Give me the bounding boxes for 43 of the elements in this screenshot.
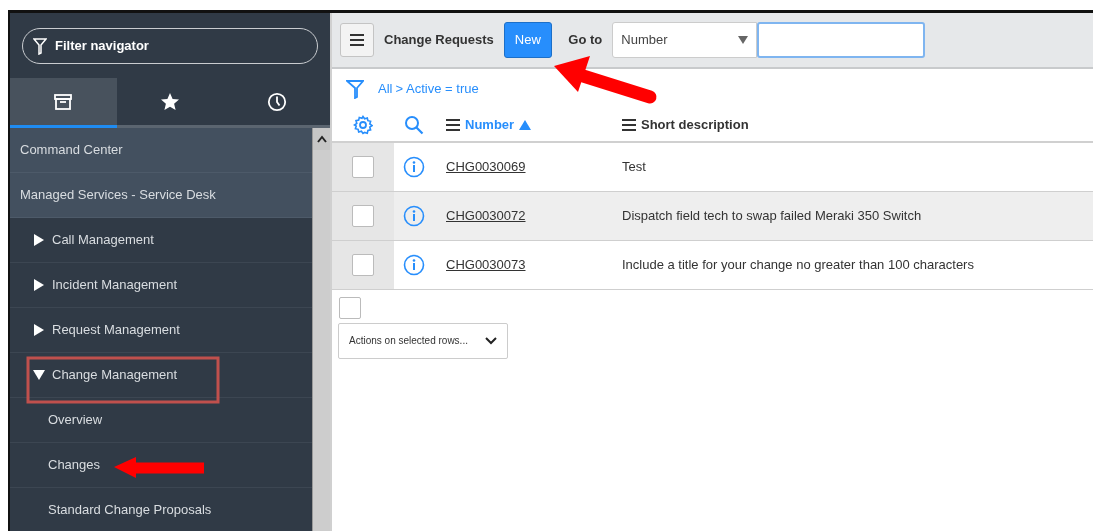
- select-all-checkbox[interactable]: [338, 296, 361, 319]
- archive-icon: [53, 91, 74, 112]
- record-link[interactable]: CHG0030073: [446, 257, 526, 273]
- record-link[interactable]: CHG0030072: [446, 208, 526, 224]
- menu-button[interactable]: [340, 23, 374, 57]
- caret-down-icon: [738, 36, 749, 44]
- scrollbar[interactable]: [312, 128, 330, 531]
- table-row[interactable]: CHG0030073 Include a title for your change no greater than 100 characters: [332, 241, 1093, 290]
- search-field[interactable]: [757, 22, 926, 58]
- checkbox[interactable]: [352, 205, 374, 227]
- filter-input[interactable]: Filter navigator: [53, 34, 307, 57]
- table-cell-text: Include a title for your change no greater than 100 characters: [622, 256, 974, 275]
- menu-icon: [446, 119, 460, 131]
- table-cell-text: Test: [622, 158, 646, 177]
- list-title: Change Requests: [384, 31, 494, 50]
- search-icon: [404, 115, 424, 135]
- info-icon: [403, 205, 425, 227]
- menu-icon: [622, 119, 636, 131]
- checkbox[interactable]: [352, 254, 374, 276]
- info-button[interactable]: [403, 205, 425, 227]
- chevron-down-icon: [485, 336, 497, 345]
- filter-icon: [346, 79, 364, 99]
- clock-icon: [266, 91, 287, 112]
- nav-tab[interactable]: [10, 78, 117, 128]
- goto-dropdown[interactable]: Number: [612, 22, 758, 58]
- record-link[interactable]: CHG0030069: [446, 159, 526, 175]
- column-header[interactable]: Short description: [622, 115, 749, 135]
- table-row[interactable]: CHG0030072 Dispatch field tech to swap failed Meraki 350 Switch: [332, 192, 1093, 241]
- info-button[interactable]: [403, 254, 425, 276]
- nav-item[interactable]: Managed Services - Service Desk: [10, 173, 312, 218]
- nav-item[interactable]: Command Center: [10, 128, 312, 173]
- menu-icon: [350, 34, 364, 46]
- checkbox[interactable]: [352, 156, 374, 178]
- filter-icon: [33, 36, 47, 55]
- star-icon: [160, 91, 180, 112]
- info-icon: [403, 254, 425, 276]
- info-icon: [403, 156, 425, 178]
- goto-label: Go to: [568, 31, 603, 50]
- table-cell-text: Dispatch field tech to swap failed Meraki 350 Switch: [622, 207, 922, 226]
- settings-icon: [353, 115, 373, 135]
- actions-dropdown[interactable]: Actions on selected rows...: [338, 322, 508, 359]
- scroll-up-icon: [316, 134, 328, 144]
- info-button[interactable]: [403, 156, 425, 178]
